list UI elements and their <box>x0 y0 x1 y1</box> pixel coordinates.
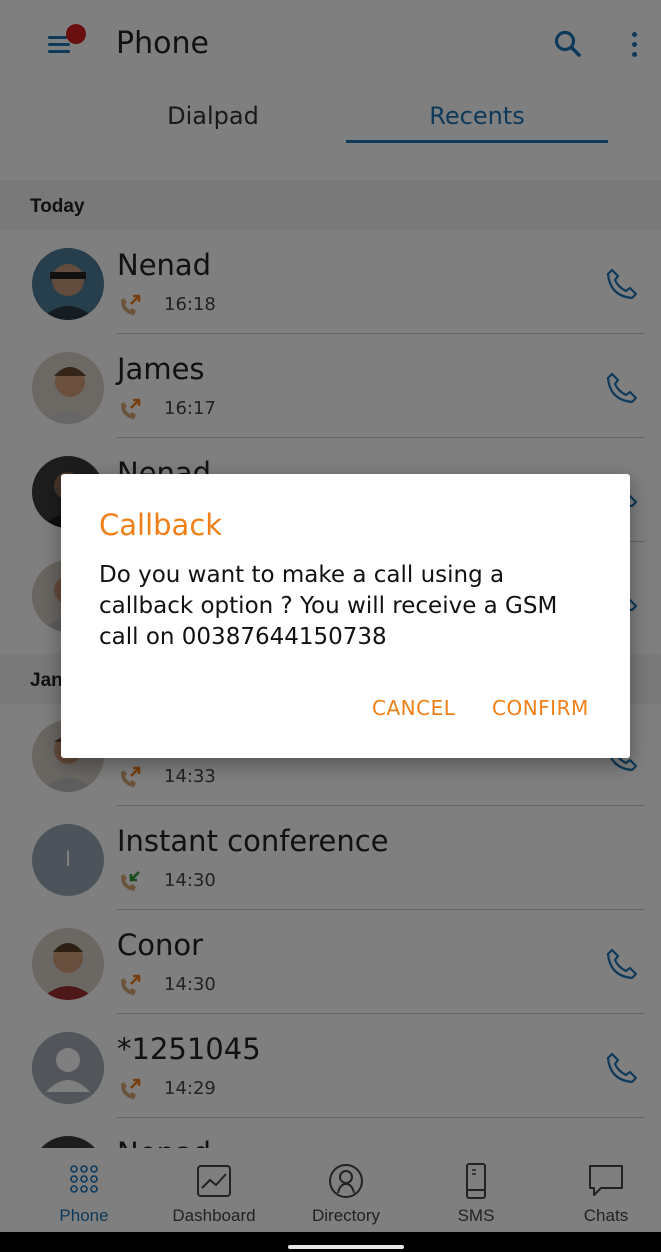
cancel-button[interactable]: CANCEL <box>372 696 455 720</box>
home-gesture-handle[interactable] <box>288 1245 404 1249</box>
phone-screen: Phone Dialpad Recents Today Nenad 16: <box>0 0 661 1252</box>
confirm-button[interactable]: CONFIRM <box>492 696 589 720</box>
system-gesture-bar <box>0 1232 661 1252</box>
callback-dialog: Callback Do you want to make a call usin… <box>61 474 630 758</box>
dialog-message: Do you want to make a call using a callb… <box>99 562 558 650</box>
dialog-title: Callback <box>99 508 223 542</box>
